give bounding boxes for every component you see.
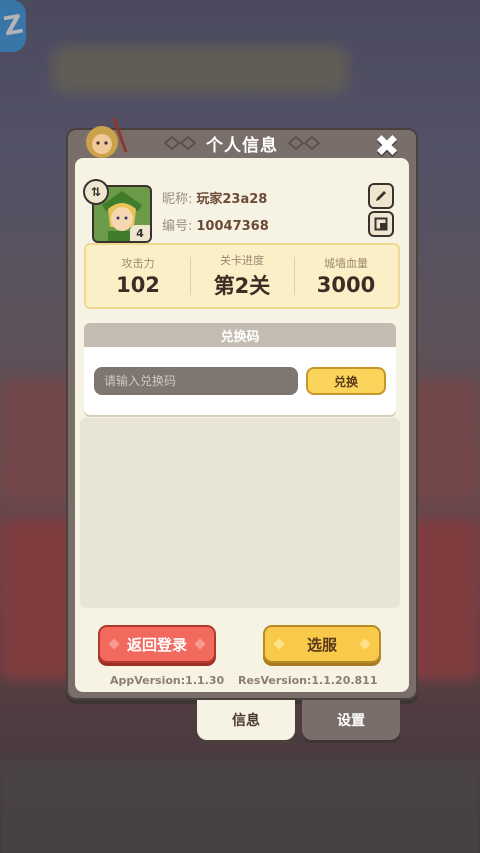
background-bottom-bar [0,760,480,853]
stat-wall-hp: 城墙血量 3000 [294,245,398,307]
diamond-ornament-icon [194,638,206,650]
diamond-ornament-icon [273,638,285,650]
player-stats-card: 攻击力 102 关卡进度 第2关 城墙血量 3000 [84,243,400,309]
tab-info[interactable]: 信息 [197,700,295,740]
swap-arrows-icon: ⇅ [90,185,102,199]
nickname-label: 昵称: [162,192,193,207]
res-version: ResVersion:1.1.20.811 [238,674,378,687]
back-to-login-button[interactable]: 返回登录 [98,625,216,663]
redeem-code-title: 兑换码 [84,323,396,347]
diamond-ornament-icon [108,638,120,650]
player-id-label: 编号: [162,219,193,234]
player-id-row: 编号: 10047368 [162,215,269,234]
nickname-value: 玩家23a28 [196,192,268,207]
redeem-button[interactable]: 兑换 [306,367,386,395]
edit-nickname-button[interactable] [368,183,394,209]
redeem-code-input[interactable] [94,367,298,395]
avatar-level-badge: 4 [130,225,150,241]
title-ornament-right-icon [286,136,322,150]
close-button[interactable]: ✖ [370,130,404,164]
switch-avatar-button[interactable]: ⇅ [83,179,109,205]
select-server-label: 选服 [306,635,337,654]
content-area [80,418,400,608]
mascot-character-icon [80,116,132,162]
redeem-code-section: 兑换码 兑换 [84,323,396,415]
copy-icon [374,217,388,231]
nickname-row: 昵称: 玩家23a28 [162,188,267,207]
diamond-ornament-icon [359,638,371,650]
tab-settings[interactable]: 设置 [302,700,400,740]
stat-attack: 攻击力 102 [86,245,190,307]
pencil-icon [376,191,386,201]
select-server-button[interactable]: 选服 [263,625,381,663]
stat-value: 3000 [316,273,376,297]
stat-label: 攻击力 [121,257,155,270]
back-to-login-label: 返回登录 [126,635,187,654]
stat-label: 城墙血量 [324,257,368,270]
app-version: AppVersion:1.1.30 [110,674,225,687]
copy-id-button[interactable] [368,211,394,237]
title-ornament-left-icon [162,136,198,150]
page-title: 个人信息 [206,135,278,156]
player-id-value: 10047368 [196,219,269,234]
stat-stage-progress: 关卡进度 第2关 [190,245,294,307]
stat-value: 102 [116,273,160,297]
stat-value: 第2关 [213,274,271,298]
stat-label: 关卡进度 [220,254,264,267]
